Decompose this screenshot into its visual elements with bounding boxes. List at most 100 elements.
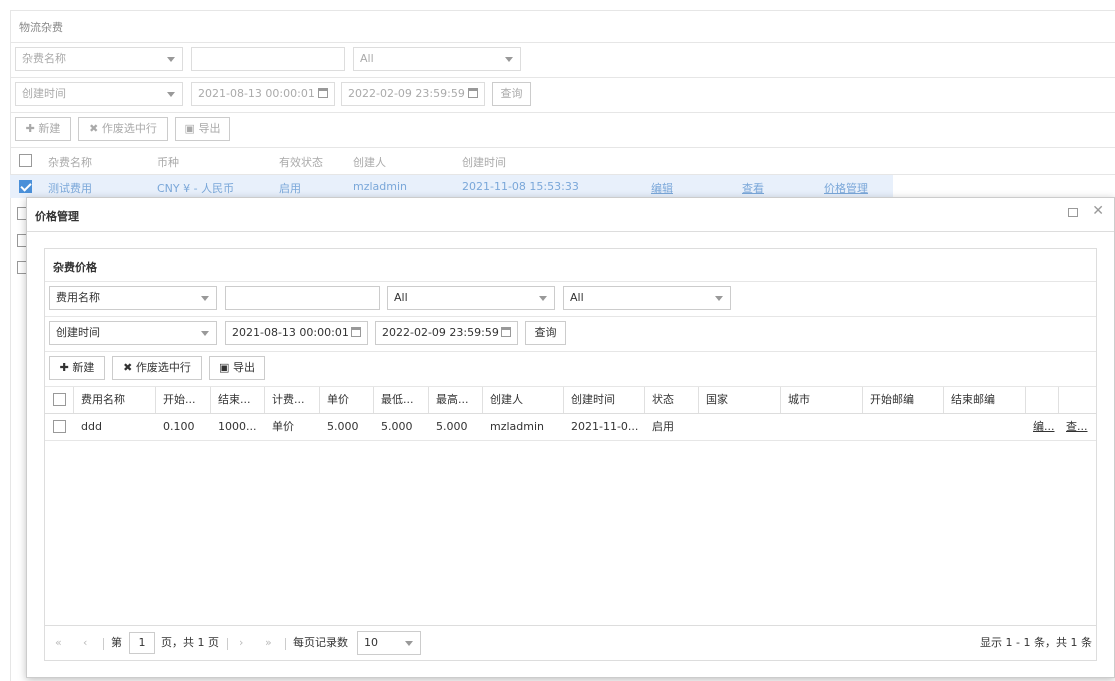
chevron-down-icon [405, 641, 413, 646]
fee-field-select[interactable]: 费用名称 [49, 286, 217, 310]
maximize-icon[interactable] [1068, 208, 1078, 217]
bg-start-date-input[interactable]: 2021-08-13 00:00:01 [191, 82, 335, 106]
fee-price-panel: 杂费价格 费用名称 All All 创建时间 2021-08-13 00:00:… [44, 248, 1097, 661]
bg-row-checkbox[interactable] [19, 180, 32, 193]
per-page-select[interactable]: 10 [357, 631, 421, 655]
next-page-icon[interactable]: › [239, 630, 243, 656]
col-end[interactable]: 结束... [211, 387, 265, 413]
first-page-icon[interactable]: « [55, 630, 62, 656]
bg-price-link[interactable]: 价格管理 [824, 180, 868, 196]
cell-billing: 单价 [272, 420, 294, 433]
chevron-down-icon [715, 296, 723, 301]
bg-edit-link[interactable]: 编辑 [651, 180, 673, 196]
close-icon[interactable]: ✕ [1092, 203, 1104, 219]
cell-fee-name: ddd [81, 420, 102, 433]
bg-col-creator: 创建人 [353, 156, 386, 169]
excel-icon: ▣ [219, 361, 230, 374]
query-button[interactable]: 查询 [525, 321, 566, 345]
chevron-down-icon [167, 92, 175, 97]
col-max[interactable]: 最高... [429, 387, 483, 413]
col-fee-name[interactable]: 费用名称 [74, 387, 156, 413]
bg-row-time: 2021-11-08 15:53:33 [462, 180, 579, 193]
x-icon: ✖ [89, 122, 99, 135]
page-number-input[interactable]: 1 [129, 632, 155, 654]
panel-title: 物流杂费 [19, 21, 63, 34]
bg-date-field-select[interactable]: 创建时间 [15, 82, 183, 106]
bg-row-name: 测试费用 [48, 182, 92, 195]
table-header: 费用名称 开始... 结束... 计费... 单价 最低... 最高... 创建… [45, 387, 1096, 413]
page-suffix: 页，共 1 页 [161, 636, 219, 649]
date-field-select[interactable]: 创建时间 [49, 321, 217, 345]
bg-new-button[interactable]: ✚ 新建 [15, 117, 71, 141]
col-country[interactable]: 国家 [699, 387, 781, 413]
price-management-dialog: 价格管理 ✕ 杂费价格 费用名称 All All 创建时间 2021-08-13… [26, 197, 1115, 678]
bg-col-currency: 币种 [157, 156, 179, 169]
col-start-zip[interactable]: 开始邮编 [863, 387, 944, 413]
col-billing[interactable]: 计费... [265, 387, 320, 413]
view-link[interactable]: 查... [1059, 414, 1096, 440]
bg-view-link[interactable]: 查看 [742, 180, 764, 196]
plus-icon: ✚ [25, 122, 35, 135]
bg-keyword-input[interactable] [191, 47, 345, 71]
page-prefix: 第 [111, 636, 122, 649]
col-start[interactable]: 开始... [156, 387, 211, 413]
col-unit-price[interactable]: 单价 [320, 387, 374, 413]
option-select-1[interactable]: All [387, 286, 555, 310]
excel-icon: ▣ [184, 122, 195, 135]
calendar-icon [351, 327, 361, 337]
calendar-icon [468, 88, 478, 98]
cell-creator: mzladmin [490, 420, 545, 433]
bg-field-select[interactable]: 杂费名称 [15, 47, 183, 71]
table-row[interactable]: ddd 0.100 1000... 单价 5.000 5.000 5.000 m… [45, 414, 1096, 440]
cell-status: 启用 [652, 420, 674, 433]
fee-keyword-input[interactable] [225, 286, 380, 310]
chevron-down-icon [539, 296, 547, 301]
bg-row-creator: mzladmin [353, 180, 408, 193]
col-city[interactable]: 城市 [781, 387, 863, 413]
bg-select-all-checkbox[interactable] [19, 154, 32, 167]
start-date-input[interactable]: 2021-08-13 00:00:01 [225, 321, 368, 345]
bg-status-select[interactable]: All [353, 47, 521, 71]
new-button[interactable]: ✚ 新建 [49, 356, 105, 380]
cell-start-zip [863, 414, 944, 440]
prev-page-icon[interactable]: ‹ [83, 630, 87, 656]
chevron-down-icon [201, 331, 209, 336]
per-page-label: 每页记录数 [293, 636, 348, 649]
chevron-down-icon [505, 57, 513, 62]
bg-row-status: 启用 [279, 182, 301, 195]
cell-min: 5.000 [381, 420, 413, 433]
col-action-2 [1059, 387, 1096, 413]
bg-export-button[interactable]: ▣ 导出 [175, 117, 230, 141]
select-all-checkbox[interactable] [53, 393, 66, 406]
calendar-icon [318, 88, 328, 98]
bg-row-currency: CNY ¥ - 人民币 [157, 182, 235, 195]
cell-max: 5.000 [436, 420, 468, 433]
col-action-1 [1026, 387, 1059, 413]
dialog-title: 价格管理 [35, 210, 79, 223]
col-status[interactable]: 状态 [645, 387, 699, 413]
bg-col-time: 创建时间 [462, 156, 506, 169]
option-select-2[interactable]: All [563, 286, 731, 310]
bg-query-button[interactable]: 查询 [492, 82, 531, 106]
edit-link[interactable]: 编... [1026, 414, 1059, 440]
export-button[interactable]: ▣ 导出 [209, 356, 265, 380]
row-checkbox[interactable] [53, 420, 66, 433]
col-creator[interactable]: 创建人 [483, 387, 564, 413]
cell-end: 1000... [218, 420, 257, 433]
cell-unit-price: 5.000 [327, 420, 359, 433]
chevron-down-icon [167, 57, 175, 62]
last-page-icon[interactable]: » [265, 630, 272, 656]
bg-void-button[interactable]: ✖ 作废选中行 [78, 117, 168, 141]
col-created-time[interactable]: 创建时间 [564, 387, 645, 413]
bg-end-date-input[interactable]: 2022-02-09 23:59:59 [341, 82, 485, 106]
chevron-down-icon [201, 296, 209, 301]
col-min[interactable]: 最低... [374, 387, 429, 413]
record-summary: 显示 1 - 1 条，共 1 条 [980, 636, 1092, 649]
cell-city [781, 414, 863, 440]
void-selected-button[interactable]: ✖ 作废选中行 [112, 356, 202, 380]
bg-col-name: 杂费名称 [48, 156, 92, 169]
cell-start: 0.100 [163, 420, 195, 433]
end-date-input[interactable]: 2022-02-09 23:59:59 [375, 321, 518, 345]
pagination: « ‹ 第 1 页，共 1 页 › » 每页记录数 10 显示 1 - 1 条，… [45, 630, 1096, 656]
col-end-zip[interactable]: 结束邮编 [944, 387, 1026, 413]
